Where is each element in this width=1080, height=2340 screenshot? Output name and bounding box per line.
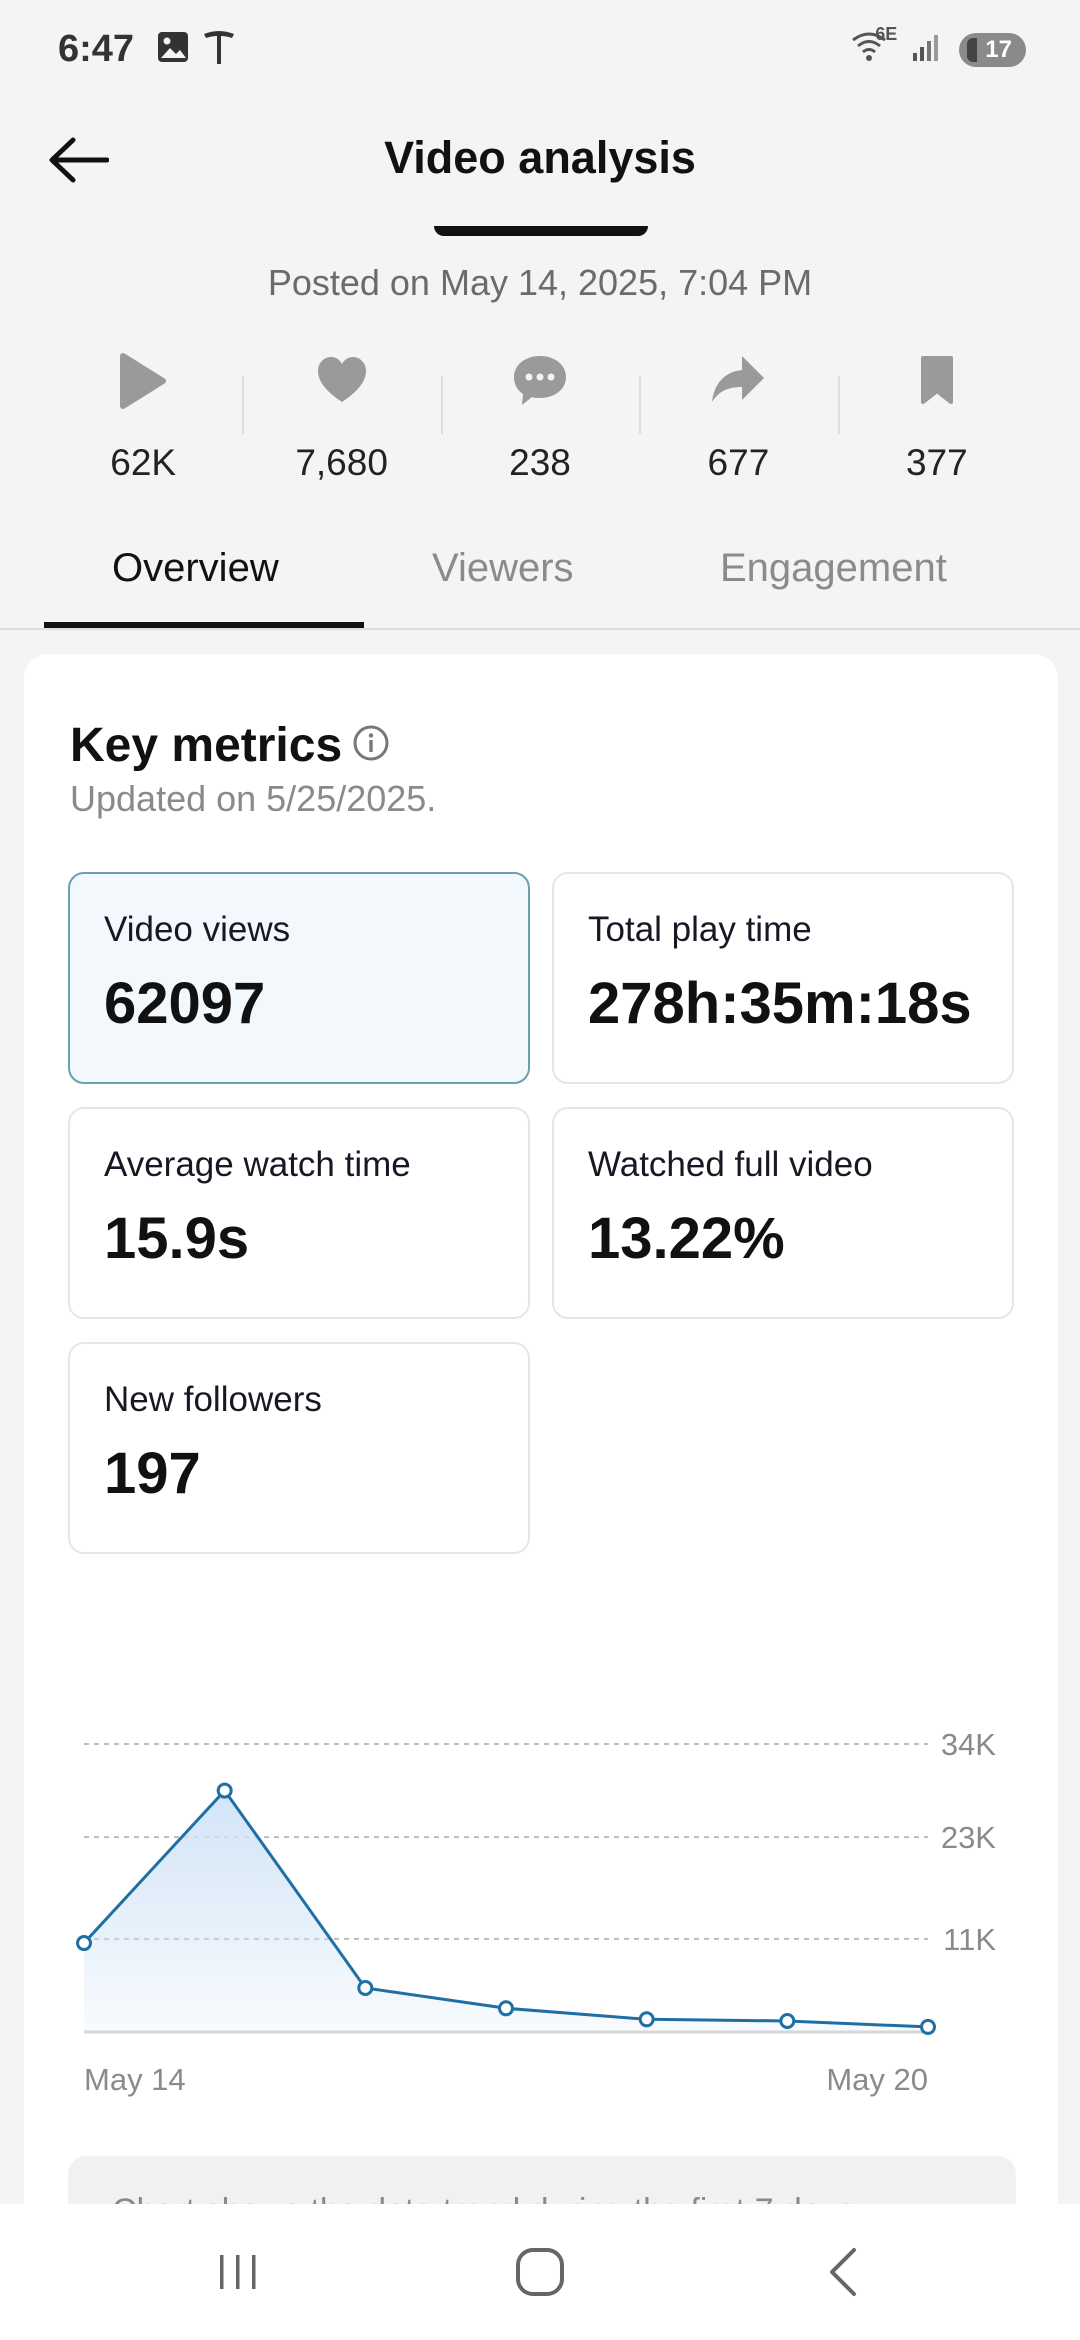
nav-back-button[interactable] bbox=[804, 2242, 884, 2302]
metric-total-play-time[interactable]: Total play time 278h:35m:18s bbox=[552, 872, 1014, 1084]
metric-value: 278h:35m:18s bbox=[588, 971, 972, 1036]
data-point bbox=[216, 1782, 233, 1799]
stat-shares: 677 bbox=[639, 350, 837, 490]
x-tick-label: May 14 bbox=[84, 2062, 186, 2097]
updated-date: Updated on 5/25/2025. bbox=[70, 778, 437, 819]
stat-plays: 62K bbox=[44, 350, 242, 490]
metric-label: Total play time bbox=[588, 910, 812, 949]
stat-plays-value: 62K bbox=[110, 442, 177, 483]
tab-viewers[interactable]: Viewers bbox=[432, 546, 574, 591]
home-icon bbox=[516, 2248, 564, 2296]
active-tab-indicator bbox=[44, 622, 364, 628]
tab-bar: Overview Viewers Engagement bbox=[0, 520, 1080, 630]
battery-icon: 17 bbox=[959, 32, 1026, 67]
y-tick-label: 23K bbox=[941, 1820, 996, 1855]
bookmark-icon bbox=[920, 356, 953, 404]
signal-icon bbox=[911, 31, 943, 68]
data-point bbox=[357, 1979, 374, 1996]
data-point bbox=[920, 2018, 936, 2035]
home-button[interactable] bbox=[500, 2242, 580, 2302]
metric-value: 13.22% bbox=[588, 1206, 785, 1271]
area-fill bbox=[84, 1790, 928, 2032]
metric-label: Watched full video bbox=[588, 1145, 873, 1184]
metric-watched-full-video[interactable]: Watched full video 13.22% bbox=[552, 1107, 1014, 1319]
key-metrics-title: Key metrics bbox=[70, 719, 343, 772]
stat-saves-value: 377 bbox=[905, 442, 968, 483]
battery-level: 17 bbox=[985, 35, 1012, 63]
metric-value: 15.9s bbox=[104, 1206, 250, 1271]
stat-likes: 7,680 bbox=[242, 350, 440, 490]
metric-label: New followers bbox=[104, 1380, 322, 1419]
tab-overview[interactable]: Overview bbox=[112, 546, 279, 591]
status-time: 6:47 bbox=[58, 28, 135, 70]
gallery-icon bbox=[156, 30, 190, 69]
network-type: 6E bbox=[875, 24, 898, 44]
data-point bbox=[498, 2000, 514, 2017]
video-thumbnail[interactable] bbox=[434, 226, 648, 236]
recent-apps-button[interactable] bbox=[198, 2242, 278, 2302]
metric-average-watch-time[interactable]: Average watch time 15.9s bbox=[68, 1107, 530, 1319]
stat-saves: 377 bbox=[837, 350, 1036, 490]
metric-value: 62097 bbox=[104, 971, 266, 1036]
comment-icon bbox=[514, 356, 567, 405]
share-icon bbox=[712, 356, 765, 402]
key-metrics-card: Key metrics Updated on 5/25/2025. Video … bbox=[24, 654, 1058, 2296]
stat-shares-value: 677 bbox=[707, 442, 770, 483]
data-point bbox=[779, 2012, 796, 2029]
wifi-icon: 6E bbox=[849, 24, 897, 69]
stat-likes-value: 7,680 bbox=[295, 442, 388, 483]
metric-video-views[interactable]: Video views 62097 bbox=[68, 872, 530, 1084]
back-icon bbox=[830, 2248, 856, 2296]
y-tick-label: 11K bbox=[943, 1922, 996, 1957]
stats-row: 62K 7,680 238 677 377 bbox=[44, 350, 1036, 490]
play-icon bbox=[120, 353, 167, 409]
views-trend-chart: 11K 23K 34K May 14 May 20 bbox=[76, 1727, 996, 2097]
tab-engagement[interactable]: Engagement bbox=[720, 546, 947, 591]
heart-icon bbox=[317, 357, 366, 402]
metric-label: Average watch time bbox=[104, 1145, 411, 1184]
header: Video analysis bbox=[0, 100, 1080, 220]
posted-date: Posted on May 14, 2025, 7:04 PM bbox=[267, 262, 813, 303]
metric-value: 197 bbox=[104, 1441, 201, 1506]
page-title: Video analysis bbox=[384, 132, 696, 183]
y-tick-label: 34K bbox=[941, 1727, 996, 1762]
info-icon[interactable] bbox=[352, 724, 390, 762]
status-bar: 6:47 6E 17 bbox=[0, 0, 1080, 100]
x-tick-label: May 20 bbox=[826, 2062, 928, 2097]
metric-new-followers[interactable]: New followers 197 bbox=[68, 1342, 530, 1554]
stat-comments-value: 238 bbox=[509, 442, 571, 483]
tesla-icon bbox=[202, 30, 236, 71]
system-nav-bar bbox=[0, 2204, 1080, 2340]
data-point bbox=[638, 2011, 655, 2028]
metric-label: Video views bbox=[104, 910, 291, 949]
data-point bbox=[76, 1935, 92, 1952]
stat-comments: 238 bbox=[440, 350, 639, 490]
recent-apps-icon bbox=[220, 2255, 256, 2289]
